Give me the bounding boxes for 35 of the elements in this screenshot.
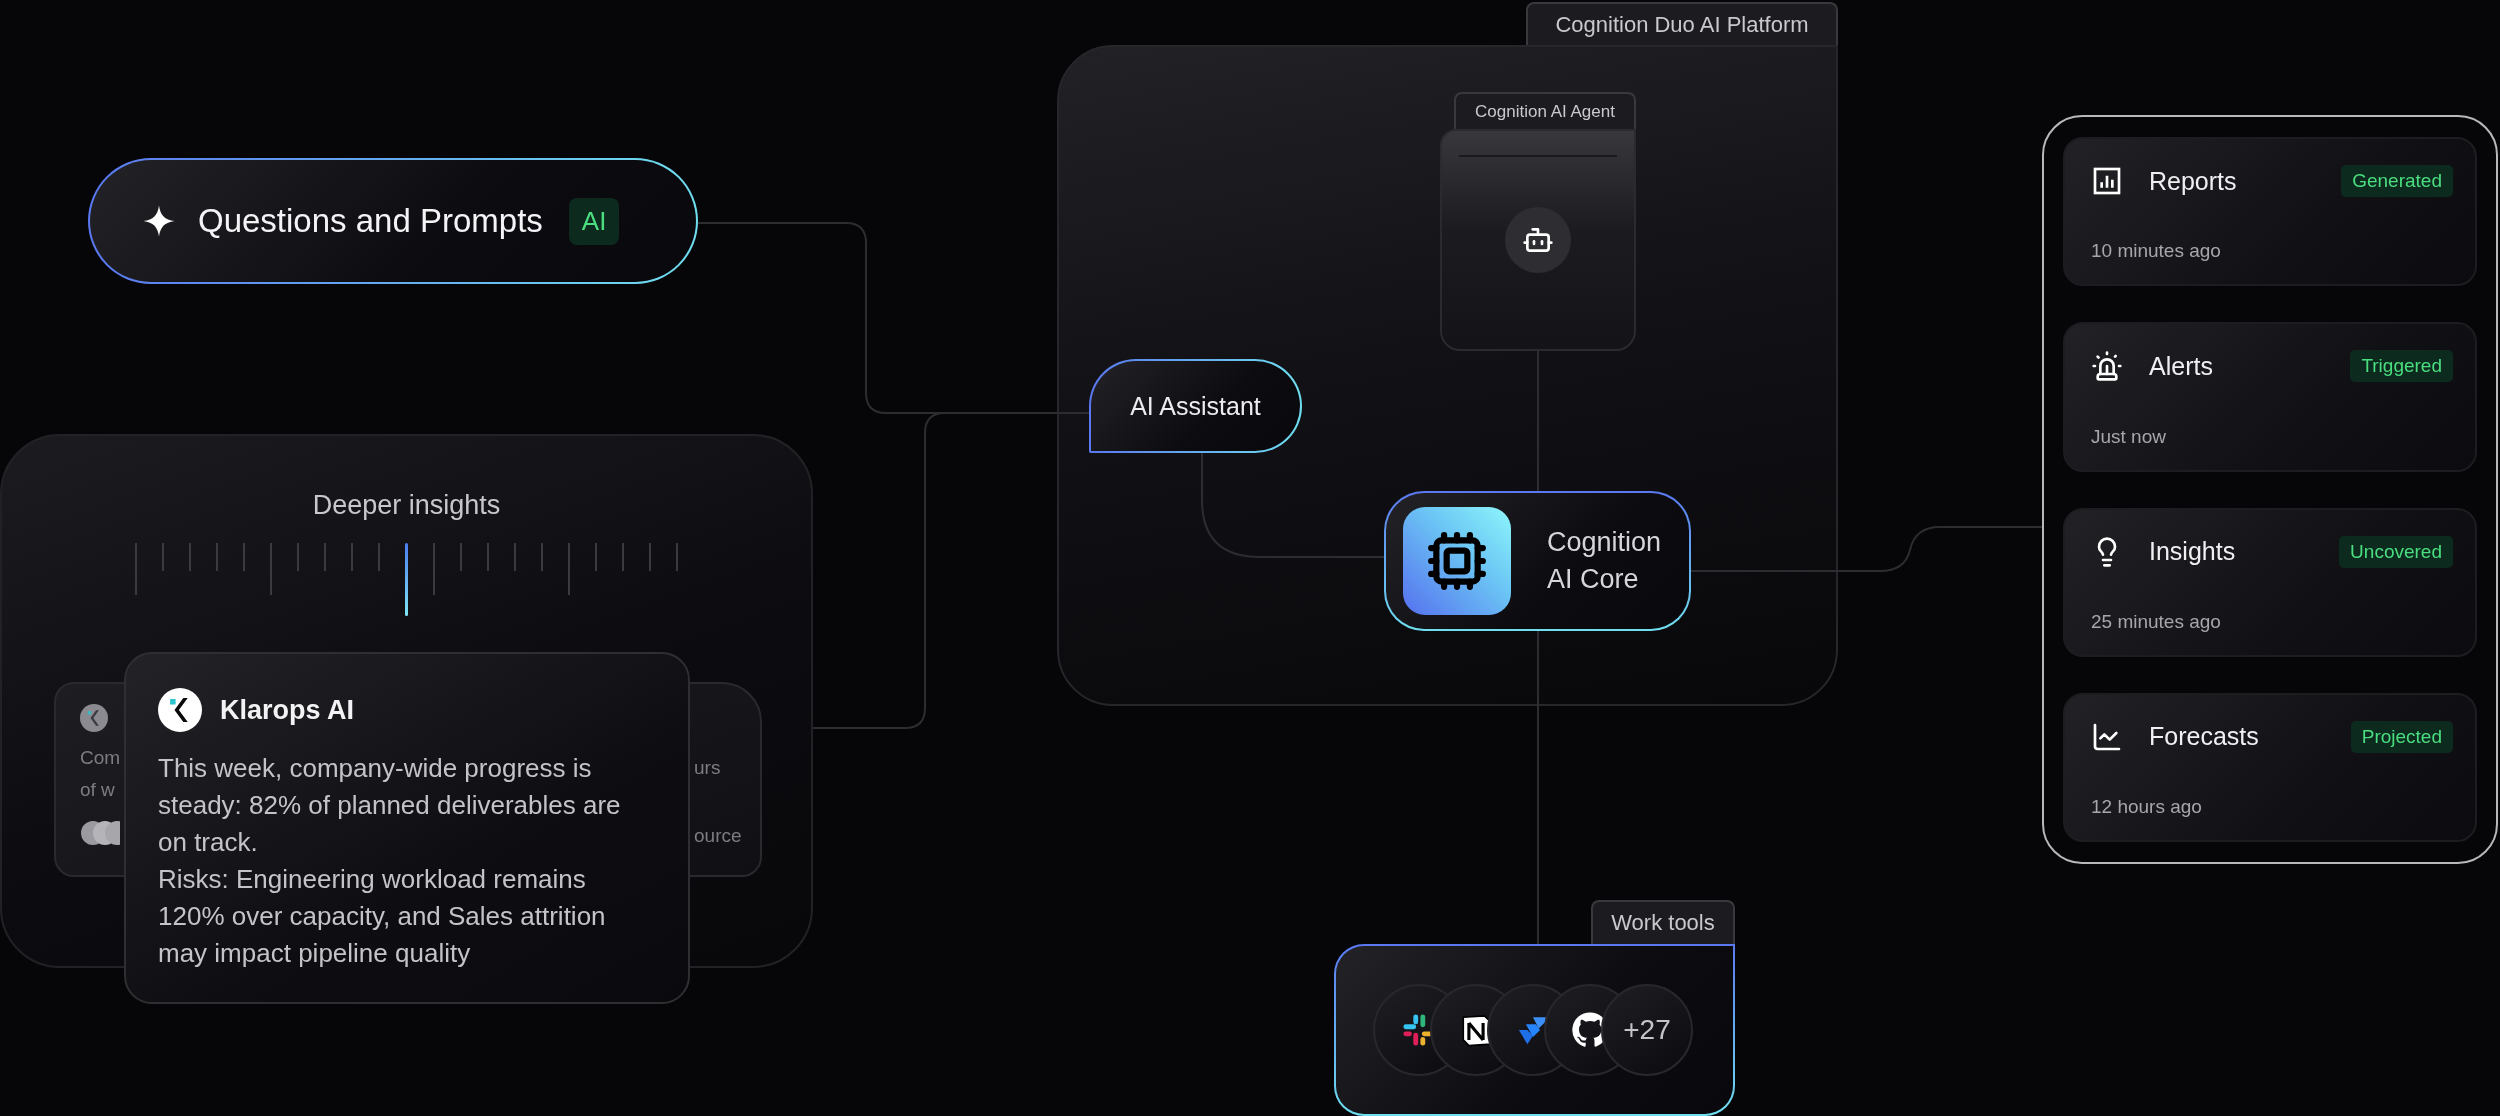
status-badge: Generated	[2341, 165, 2453, 197]
output-card[interactable]: Alerts Triggered Just now	[2063, 322, 2477, 472]
card-text: of w	[80, 778, 116, 802]
output-title: Alerts	[2149, 351, 2214, 381]
chip-icon	[1426, 530, 1488, 592]
output-card[interactable]: Reports Generated 10 minutes ago	[2063, 137, 2477, 287]
output-time: 25 minutes ago	[2091, 610, 2222, 633]
more-tools-count[interactable]: +27	[1601, 984, 1693, 1076]
output-title: Reports	[2149, 166, 2238, 196]
prompt-label: Questions and Prompts	[198, 202, 543, 240]
ai-badge: AI	[568, 197, 620, 245]
output-title: Insights	[2149, 537, 2237, 566]
output-card[interactable]: Insights Uncovered 25 minutes ago	[2063, 507, 2477, 657]
status-badge: Projected	[2350, 720, 2453, 753]
insights-title: Deeper insights	[312, 490, 501, 521]
output-time: 12 hours ago	[2091, 796, 2203, 818]
message-paragraph: Risks: Engineering workload remains 120% over capacity, and Sales attrition may impact pipeline quality	[158, 863, 607, 970]
card-text: Com	[80, 746, 122, 770]
core-label: Cognition AI Core	[1547, 526, 1663, 596]
message-paragraph: This week, company-wide progress is steady: 82% of planned deliverables are on track.	[158, 752, 622, 859]
card-text: ource	[694, 824, 742, 848]
prompt-pill[interactable]: Questions and Prompts AI	[88, 158, 698, 284]
siren-icon	[2091, 350, 2123, 383]
output-time: 10 minutes ago	[2091, 240, 2222, 263]
sender-logo-icon	[158, 688, 202, 732]
output-time: Just now	[2091, 425, 2167, 448]
status-badge: Uncovered	[2339, 535, 2453, 568]
output-title: Forecasts	[2149, 722, 2260, 752]
bar-chart-icon	[2091, 165, 2123, 197]
sparkle-icon	[142, 204, 176, 238]
output-card[interactable]: Forecasts Projected 12 hours ago	[2063, 692, 2477, 842]
card-text: urs	[694, 756, 722, 780]
status-badge: Triggered	[2350, 350, 2453, 383]
logo-icon	[80, 704, 108, 732]
sender-name: Klarops AI	[220, 694, 355, 726]
